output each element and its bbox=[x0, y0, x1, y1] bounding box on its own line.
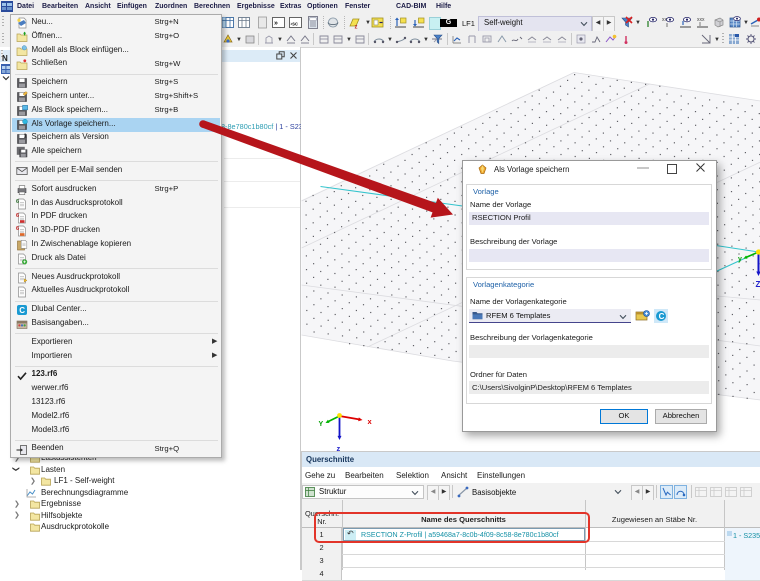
svg-text:z: z bbox=[355, 25, 358, 30]
svg-text:x: x bbox=[368, 417, 373, 426]
svg-text:z: z bbox=[337, 444, 341, 451]
svg-text:y: y bbox=[738, 256, 742, 263]
svg-text:1: 1 bbox=[24, 133, 27, 139]
svg-text:Y: Y bbox=[319, 421, 324, 428]
svg-text:Z: Z bbox=[756, 280, 760, 289]
svg-text:6: 6 bbox=[16, 226, 19, 232]
svg-text:C: C bbox=[19, 307, 25, 316]
svg-text:C: C bbox=[659, 312, 665, 321]
svg-text:6: 6 bbox=[16, 213, 19, 219]
svg-text:6: 6 bbox=[16, 199, 19, 205]
svg-text:›sc: ›sc bbox=[290, 21, 298, 27]
svg-text:»: » bbox=[274, 20, 278, 27]
svg-text:xxx: xxx bbox=[697, 17, 705, 23]
